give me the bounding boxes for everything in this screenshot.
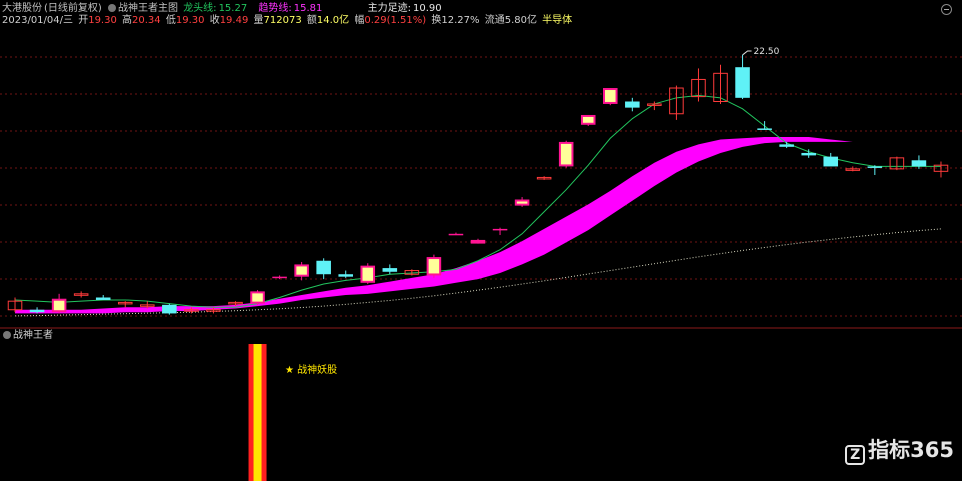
candle-body — [823, 156, 839, 167]
candle-body-inner — [252, 293, 263, 302]
candle-body — [338, 274, 353, 277]
candle-body — [779, 144, 794, 147]
candle-body-inner — [296, 266, 307, 275]
candle-body — [316, 260, 331, 275]
trend-value: 15.81 — [293, 3, 323, 14]
low-label: 低 — [165, 15, 176, 26]
trend-band — [15, 137, 941, 314]
watermark: Z 指标365 — [845, 434, 954, 465]
candle-body — [162, 304, 177, 314]
sub-indicator-toggle-icon[interactable] — [3, 331, 11, 339]
candle-body — [470, 239, 486, 244]
indicator-toggle-icon[interactable] — [108, 4, 116, 12]
candle-body — [272, 276, 287, 279]
high-label: 高 — [122, 15, 133, 26]
high-value: 20.34 — [132, 15, 161, 26]
trend-band-fill — [15, 137, 941, 314]
candle-body — [625, 101, 640, 108]
candle-body — [448, 233, 464, 236]
sub-panel-title[interactable]: 战神王者 — [13, 330, 53, 341]
period-mode: (日线前复权) — [44, 3, 102, 14]
turnover-label: 换 — [431, 15, 442, 26]
turnover-value: 12.27% — [441, 15, 480, 26]
close-label: 收 — [209, 15, 220, 26]
candle-body-inner — [560, 143, 572, 165]
indicator-name[interactable]: 战神王者主图 — [118, 3, 178, 14]
trend-label: 趋势线: — [258, 3, 292, 14]
low-value: 19.30 — [175, 15, 205, 26]
float-label: 流通 — [484, 15, 505, 26]
candle-body-inner — [428, 259, 440, 274]
candle-body — [492, 228, 508, 231]
signal-bar-inner — [253, 344, 262, 481]
candle-body-inner — [605, 90, 616, 102]
close-value: 19.49 — [219, 15, 249, 26]
candle-body — [757, 128, 772, 130]
quote-info-bar: 2023/01/04/三 开19.30 高20.34 低19.30 收19.49… — [2, 15, 574, 27]
open-label: 开 — [78, 15, 89, 26]
candle-body — [801, 152, 816, 156]
volume-value: 712073 — [263, 15, 302, 26]
open-value: 19.30 — [88, 15, 117, 26]
quote-date: 2023/01/04/三 — [2, 15, 74, 26]
main-trace-value: 10.90 — [412, 3, 442, 14]
dragon-label: 龙头线: — [183, 3, 217, 14]
candle-body — [382, 268, 398, 272]
watermark-logo: Z — [845, 445, 866, 465]
change-value: 0.29(1.51%) — [364, 15, 427, 26]
candle-body-inner — [362, 267, 374, 281]
minimize-icon[interactable] — [941, 4, 952, 15]
stock-name: 大港股份 — [2, 3, 42, 14]
amount-label: 额 — [306, 15, 317, 26]
signal-label: ★ 战神妖股 — [285, 365, 338, 376]
candle-body-inner — [516, 201, 528, 204]
float-value: 5.80亿 — [504, 15, 537, 26]
volume-label: 量 — [253, 15, 264, 26]
candle-body — [29, 309, 45, 313]
candle-body — [735, 67, 750, 98]
high-marker: 22.50 — [742, 47, 780, 57]
chart-canvas: 22.50 — [0, 47, 962, 481]
high-marker-label: 22.50 — [754, 47, 780, 57]
dragon-value: 15.27 — [218, 3, 248, 14]
candle-body — [911, 160, 927, 167]
main-trace-label: 主力足迹: — [367, 3, 411, 14]
sector-badge[interactable]: 半导体 — [542, 15, 572, 26]
amount-value: 14.0亿 — [316, 15, 350, 26]
change-label: 幅 — [354, 15, 365, 26]
candle-body-inner — [582, 116, 594, 123]
candle-body — [867, 166, 883, 168]
sub-panel-header: 战神王者 — [2, 330, 55, 342]
high-marker-pointer — [742, 50, 752, 56]
candle-body — [95, 297, 111, 300]
signal-bar — [248, 344, 267, 481]
chart-header: 大港股份 (日线前复权) 战神王者主图 龙头线: 15.27 趋势线: 15.81 主… — [2, 3, 444, 15]
candle-body-inner — [53, 300, 65, 311]
watermark-text: 指标365 — [868, 438, 954, 462]
